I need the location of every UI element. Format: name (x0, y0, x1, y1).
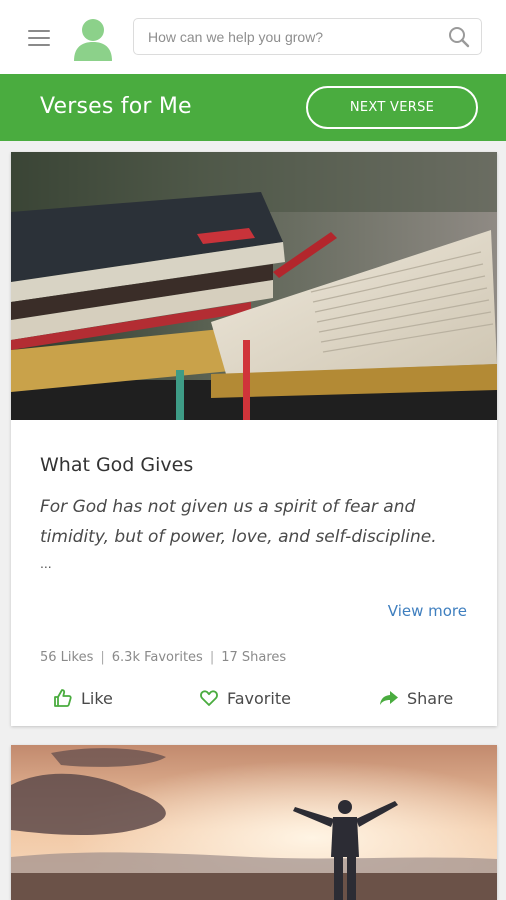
avatar-icon[interactable] (72, 17, 114, 61)
favorite-label: Favorite (227, 688, 291, 708)
verse-card: What God Gives For God has not given us … (11, 152, 497, 726)
view-more-link[interactable]: View more (388, 602, 467, 620)
share-arrow-icon (380, 691, 398, 705)
share-label: Share (407, 688, 454, 708)
stats-divider: | (209, 650, 215, 665)
verse-ellipsis: ... (40, 555, 52, 571)
search-box[interactable] (133, 18, 482, 55)
favorites-count: 6.3k Favorites (111, 650, 203, 665)
section-banner: Verses for Me NEXT VERSE (0, 74, 506, 141)
next-verse-button[interactable]: NEXT VERSE (306, 86, 478, 129)
page-title: Verses for Me (40, 94, 192, 119)
share-button[interactable]: Share (379, 682, 453, 714)
likes-count: 56 Likes (40, 650, 94, 665)
verse-text: For God has not given us a spirit of fea… (40, 497, 437, 547)
card-actions: Like Favorite Share (11, 682, 497, 714)
verse-card (11, 745, 497, 900)
thumbs-up-icon (54, 689, 72, 707)
menu-icon[interactable] (28, 28, 50, 46)
heart-icon (200, 690, 218, 706)
favorite-button[interactable]: Favorite (199, 682, 291, 714)
shares-count: 17 Shares (221, 650, 287, 665)
verse-image (11, 745, 497, 900)
stats-divider: | (100, 650, 105, 665)
like-label: Like (81, 688, 113, 708)
verse-image (11, 152, 497, 420)
search-icon[interactable] (448, 26, 470, 48)
verse-title: What God Gives (40, 454, 194, 476)
search-input[interactable] (148, 27, 438, 47)
top-bar (0, 0, 506, 74)
like-button[interactable]: Like (53, 682, 113, 714)
card-stats: 56 Likes | 6.3k Favorites | 17 Shares (40, 650, 286, 665)
